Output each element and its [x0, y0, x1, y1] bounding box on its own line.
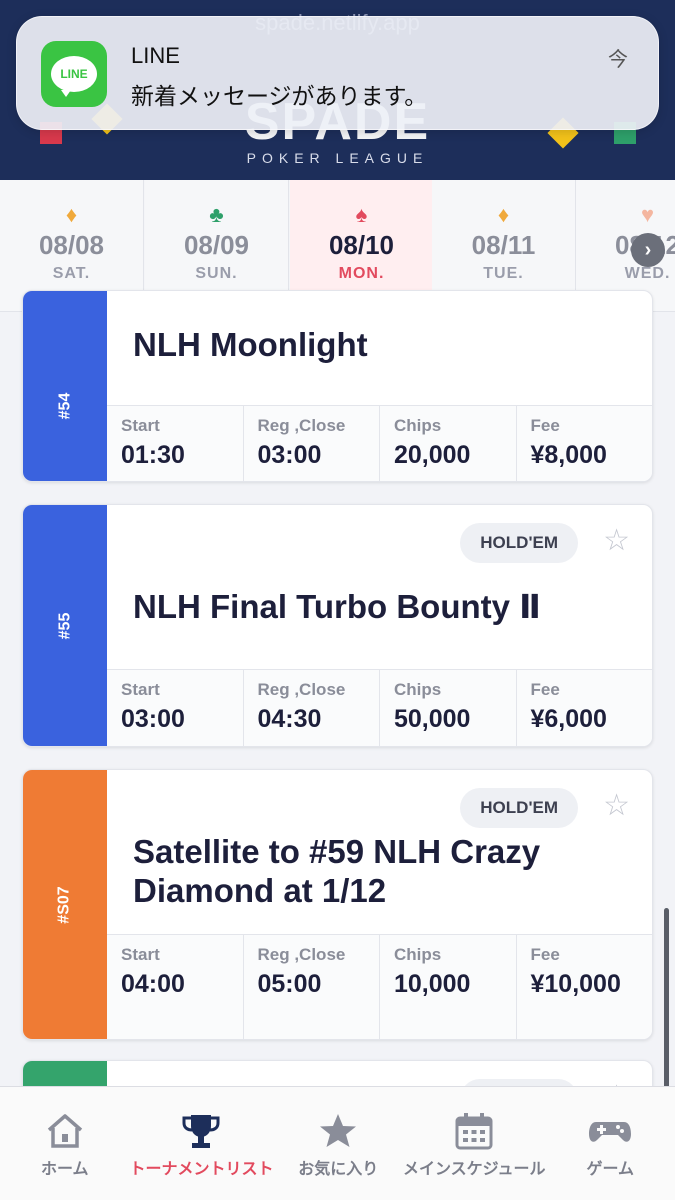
- stat-label: Reg ,Close: [257, 416, 346, 435]
- tournament-card[interactable]: #54 NLH Moonlight Start 01:30 Reg ,Close 0…: [22, 290, 653, 482]
- home-icon: [0, 1111, 129, 1151]
- notification-app-name: LINE: [131, 43, 180, 68]
- nav-item-home[interactable]: ホーム: [0, 1087, 129, 1200]
- stat-value: ¥8,000: [530, 441, 607, 469]
- diamond-suit-icon: ♦: [65, 202, 78, 227]
- stat-value: ¥6,000: [530, 705, 607, 733]
- tournament-id-strip: #S07: [23, 770, 107, 1039]
- tournament-id-strip: #55: [23, 505, 107, 746]
- tournament-stats: Start 03:00 Reg ,Close 04:30 Chips 50,000 F…: [107, 669, 652, 746]
- stat-label: Fee: [530, 945, 560, 964]
- diamond-suit-icon: ♦: [497, 202, 510, 227]
- nav-item-main-schedule[interactable]: メインスケジュール: [403, 1087, 546, 1200]
- nav-label: トーナメントリスト: [129, 1161, 274, 1178]
- stat-value: 05:00: [257, 970, 322, 998]
- nav-item-game[interactable]: ゲーム: [546, 1087, 675, 1200]
- tournament-card[interactable]: #55 HOLD'EM ☆ NLH Final Turbo Bounty Ⅱ S…: [22, 504, 653, 747]
- calendar-icon: [403, 1111, 546, 1151]
- stat-chips: Chips 10,000: [380, 935, 517, 1039]
- stat-start: Start 04:00: [107, 935, 244, 1039]
- stat-reg-close: Reg ,Close 04:30: [244, 670, 380, 746]
- next-date-arrow-icon[interactable]: ›: [631, 233, 665, 267]
- stat-label: Reg ,Close: [257, 945, 346, 964]
- stat-value: 10,000: [394, 970, 471, 998]
- date-label: 08/09: [183, 230, 250, 260]
- gamepad-icon: [546, 1111, 675, 1151]
- game-type-badge: HOLD'EM: [460, 788, 578, 828]
- tournament-name: NLH Final Turbo Bounty Ⅱ: [133, 588, 541, 625]
- date-label: 08/11: [471, 230, 536, 260]
- tournament-id-strip: #54: [23, 291, 107, 481]
- nav-label: ホーム: [40, 1161, 89, 1178]
- notification-message: 新着メッセージがあります。: [131, 83, 428, 109]
- spade-suit-icon: ♠: [355, 202, 368, 227]
- nav-label: お気に入り: [298, 1161, 379, 1178]
- nav-label: メインスケジュール: [402, 1161, 546, 1178]
- tournament-id: #55: [55, 612, 73, 639]
- star-icon: [273, 1111, 402, 1151]
- stat-label: Fee: [530, 416, 560, 435]
- stat-label: Reg ,Close: [257, 680, 346, 699]
- stat-fee: Fee ¥8,000: [517, 406, 653, 481]
- day-of-week-label: TUE.: [483, 265, 524, 282]
- stat-value: ¥10,000: [530, 970, 621, 998]
- stat-value: 01:30: [121, 441, 185, 469]
- stat-label: Start: [121, 945, 160, 964]
- bottom-navigation: ホーム トーナメントリスト お気に入り メインスケジュール ゲーム: [0, 1086, 675, 1200]
- stat-label: Chips: [394, 680, 442, 699]
- stat-label: Start: [121, 680, 160, 699]
- stat-fee: Fee ¥6,000: [517, 670, 653, 746]
- tournament-stats: Start 04:00 Reg ,Close 05:00 Chips 10,000 F…: [107, 934, 652, 1039]
- nav-item-tournament-list[interactable]: トーナメントリスト: [129, 1087, 273, 1200]
- date-label: 08/10: [328, 230, 395, 260]
- favorite-star-icon[interactable]: ☆: [603, 786, 630, 826]
- stat-start: Start 01:30: [107, 406, 244, 481]
- tournament-card[interactable]: #S07 HOLD'EM ☆ Satellite to #59 NLH Craz…: [22, 769, 653, 1040]
- stat-value: 50,000: [394, 705, 471, 733]
- stat-value: 03:00: [257, 441, 322, 469]
- game-type-badge: HOLD'EM: [460, 523, 578, 563]
- tournament-id: #S07: [56, 885, 73, 924]
- date-label: 08/08: [38, 230, 105, 260]
- stat-label: Start: [121, 416, 160, 435]
- nav-label: ゲーム: [586, 1161, 635, 1178]
- stat-chips: Chips 20,000: [380, 406, 517, 481]
- nav-item-favorites[interactable]: お気に入り: [273, 1087, 402, 1200]
- heart-suit-icon: ♥: [640, 202, 655, 227]
- notification-time: 今: [608, 49, 628, 71]
- trophy-icon: [129, 1111, 273, 1151]
- tournament-name: NLH Moonlight: [133, 326, 368, 363]
- tournament-stats: Start 01:30 Reg ,Close 03:00 Chips 20,000 F…: [107, 405, 652, 481]
- day-of-week-label: MON.: [338, 265, 385, 282]
- stat-start: Start 03:00: [107, 670, 244, 746]
- stat-label: Fee: [530, 680, 560, 699]
- logo-subtitle: POKER LEAGUE: [246, 150, 429, 166]
- line-app-icon: LINE: [41, 41, 107, 107]
- stat-fee: Fee ¥10,000: [517, 935, 653, 1039]
- favorite-star-icon[interactable]: ☆: [603, 521, 630, 561]
- stat-value: 04:00: [121, 970, 185, 998]
- tournament-id: #54: [55, 392, 73, 420]
- stat-label: Chips: [394, 945, 442, 964]
- stat-value: 20,000: [394, 441, 471, 469]
- day-of-week-label: WED.: [624, 265, 671, 282]
- stat-chips: Chips 50,000: [380, 670, 517, 746]
- stat-value: 03:00: [121, 705, 185, 733]
- tournament-name: Satellite to #59 NLH Crazy Diamond at 1/…: [133, 833, 541, 909]
- stat-label: Chips: [394, 416, 442, 435]
- stat-reg-close: Reg ,Close 05:00: [244, 935, 380, 1039]
- club-suit-icon: ♣: [209, 202, 224, 227]
- day-of-week-label: SUN.: [195, 265, 238, 282]
- line-bubble-icon: LINE: [51, 56, 97, 97]
- stat-value: 04:30: [257, 705, 322, 733]
- stat-reg-close: Reg ,Close 03:00: [244, 406, 380, 481]
- line-notification[interactable]: LINE LINE 新着メッセージがあります。 今: [16, 16, 659, 130]
- day-of-week-label: SAT.: [52, 265, 91, 282]
